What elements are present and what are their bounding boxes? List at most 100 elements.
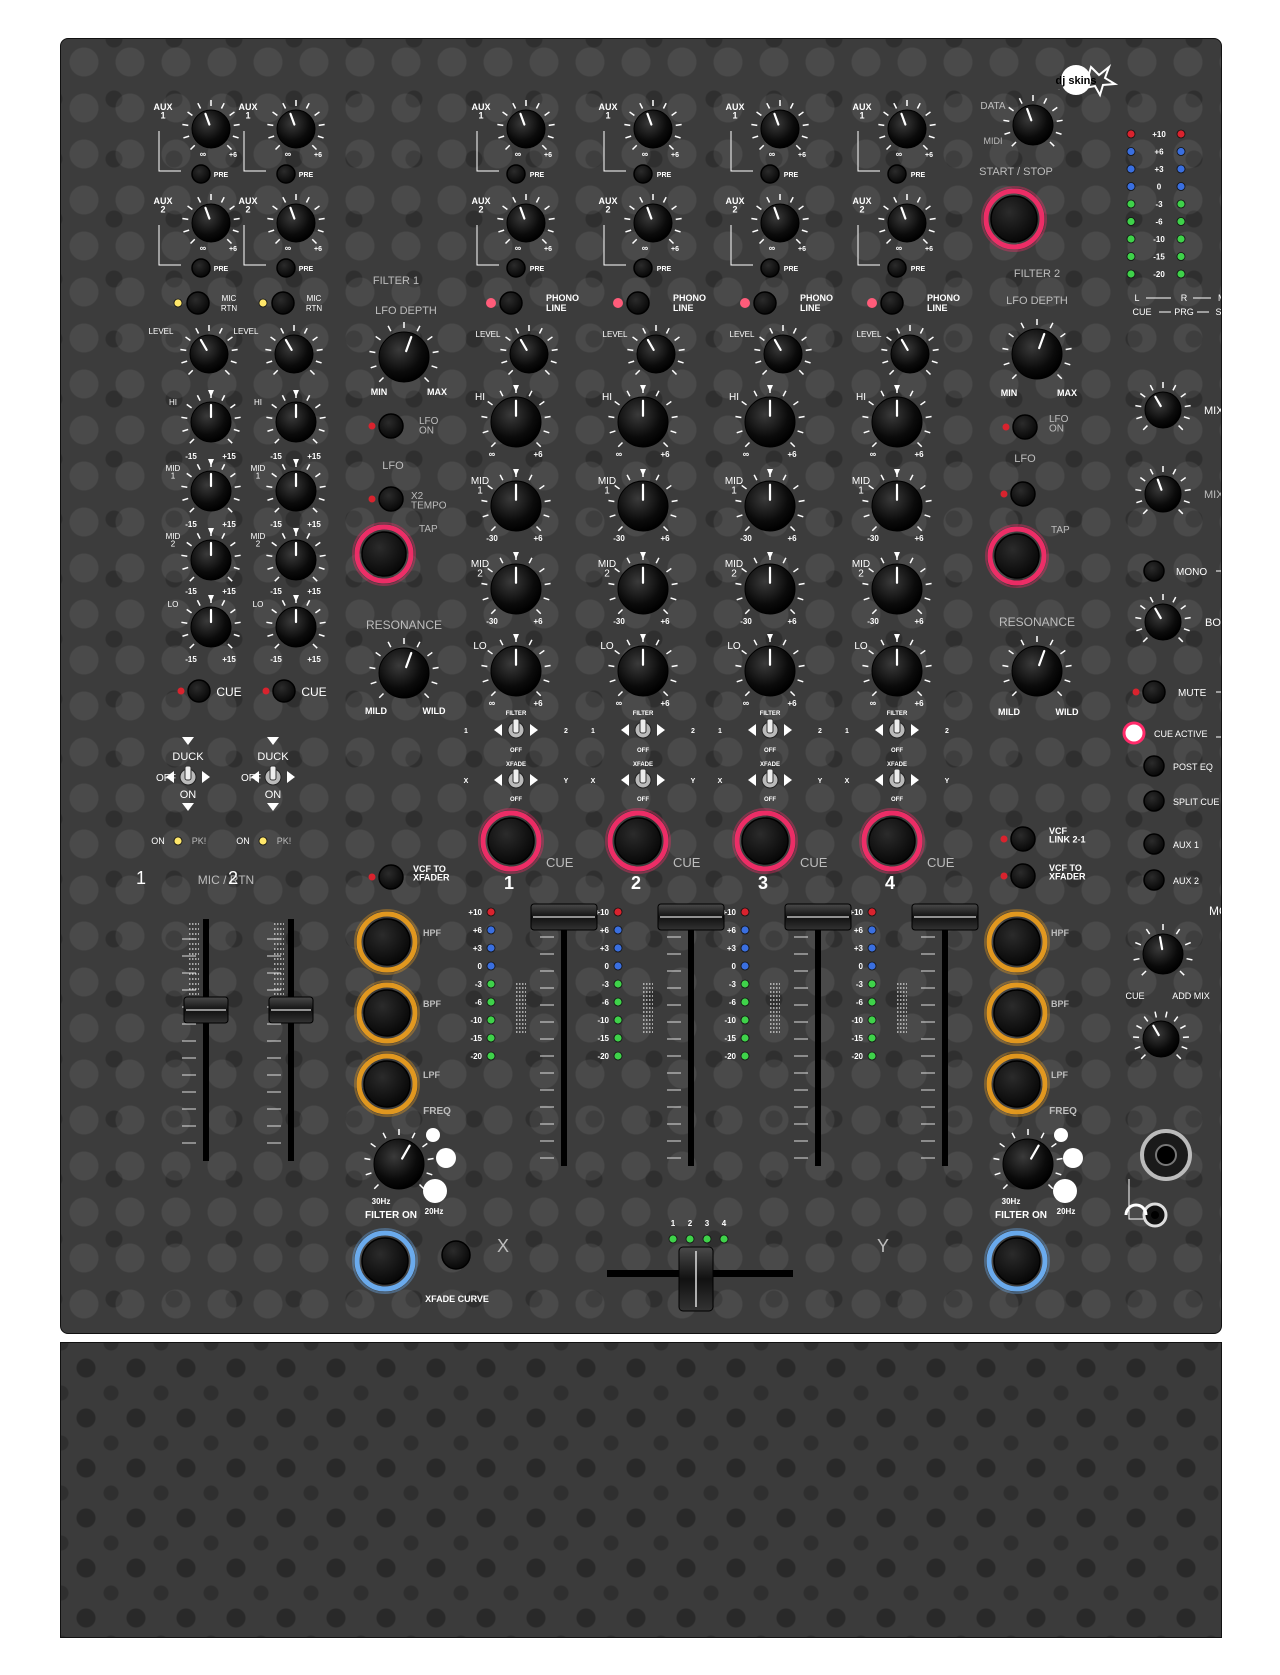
lpf-button-2[interactable] <box>984 1051 1050 1117</box>
mic-rtn-button-mic2[interactable] <box>271 291 295 315</box>
mid1-knob-mic1[interactable] <box>181 459 241 513</box>
aux1-knob-ch4[interactable] <box>878 100 936 151</box>
phono-line-button-ch4[interactable] <box>880 291 904 315</box>
mono-button[interactable] <box>1143 560 1165 582</box>
filter-assign-switch-ch4[interactable] <box>875 718 919 739</box>
resonance-knob-1[interactable] <box>369 638 439 699</box>
hpf-button-1[interactable] <box>354 909 420 975</box>
bpf-button-1[interactable] <box>354 980 420 1046</box>
crossfader[interactable] <box>607 1246 793 1312</box>
mute-button[interactable] <box>1132 680 1166 704</box>
phono-line-button-ch1[interactable] <box>499 291 523 315</box>
pre1-button-ch1[interactable] <box>506 164 526 184</box>
mid1-knob-mic2[interactable] <box>266 459 326 513</box>
tap-button-1[interactable] <box>352 522 416 586</box>
bpf-button-2[interactable] <box>984 980 1050 1046</box>
lpf-button-1[interactable] <box>354 1051 420 1117</box>
mic-fader-1[interactable] <box>182 919 229 1161</box>
lfo-depth-knob-2[interactable] <box>1002 319 1072 380</box>
hpf-button-2[interactable] <box>984 909 1050 975</box>
lo-knob-ch3[interactable] <box>735 634 805 697</box>
lfo-depth-knob-1[interactable] <box>369 322 439 383</box>
mic-fader-2[interactable] <box>267 919 314 1161</box>
filter-on-button-1[interactable] <box>352 1228 418 1294</box>
vcf-link-button[interactable] <box>1000 826 1036 852</box>
vcf-to-xfader-button-1[interactable] <box>368 864 404 890</box>
mid2-knob-ch2[interactable] <box>608 552 678 615</box>
headphone-jack[interactable] <box>1124 1129 1192 1228</box>
resonance-knob-2[interactable] <box>1002 636 1072 697</box>
aux1-knob-mic2[interactable] <box>267 100 325 151</box>
level-knob-ch1[interactable] <box>500 325 558 376</box>
mix2-knob[interactable] <box>1135 466 1191 515</box>
monitor-mix-knob[interactable] <box>1133 924 1193 976</box>
xfade-assign-switch-ch4[interactable] <box>875 768 919 789</box>
hi-knob-ch4[interactable] <box>862 385 932 448</box>
aux2-knob-ch3[interactable] <box>751 194 809 245</box>
aux1-knob-ch1[interactable] <box>497 100 555 151</box>
xfade-curve-knob[interactable] <box>441 1240 471 1270</box>
lo-knob-ch4[interactable] <box>862 634 932 697</box>
lo-knob-ch1[interactable] <box>481 634 551 697</box>
mix1-knob[interactable] <box>1135 382 1191 431</box>
vcf-to-xfader-button-2[interactable] <box>1000 863 1036 889</box>
pre1-button-ch4[interactable] <box>887 164 907 184</box>
lo-knob-mic2[interactable] <box>266 595 326 649</box>
x2-tempo-button-1[interactable] <box>368 486 404 512</box>
cue-button-ch1[interactable] <box>478 808 544 874</box>
hi-knob-ch3[interactable] <box>735 385 805 448</box>
mid2-knob-ch4[interactable] <box>862 552 932 615</box>
level-knob-mic2[interactable] <box>265 325 323 376</box>
pre1-button-ch3[interactable] <box>760 164 780 184</box>
start-stop-button[interactable] <box>981 186 1047 252</box>
filter-on-button-2[interactable] <box>984 1228 1050 1294</box>
cue-button-ch3[interactable] <box>732 808 798 874</box>
channel-fader-ch4[interactable] <box>911 903 979 1166</box>
mid2-knob-mic2[interactable] <box>266 528 326 582</box>
level-knob-ch3[interactable] <box>754 325 812 376</box>
post-eq-button[interactable] <box>1143 755 1165 777</box>
data-knob[interactable] <box>1003 95 1063 147</box>
filter-assign-switch-ch2[interactable] <box>621 718 665 739</box>
filter-assign-switch-ch3[interactable] <box>748 718 792 739</box>
aux1-knob-mic1[interactable] <box>182 100 240 151</box>
pre1-button-ch2[interactable] <box>633 164 653 184</box>
mid2-knob-mic1[interactable] <box>181 528 241 582</box>
freq-knob-2[interactable] <box>993 1129 1063 1190</box>
hi-knob-ch1[interactable] <box>481 385 551 448</box>
hi-knob-mic2[interactable] <box>266 390 326 444</box>
xfade-assign-switch-ch1[interactable] <box>494 768 538 789</box>
xfade-assign-switch-ch3[interactable] <box>748 768 792 789</box>
phono-line-button-ch2[interactable] <box>626 291 650 315</box>
pre2-button-mic2[interactable] <box>276 258 296 278</box>
aux1-knob-ch2[interactable] <box>624 100 682 151</box>
level-knob-mic1[interactable] <box>180 325 238 376</box>
pre1-button-mic1[interactable] <box>191 164 211 184</box>
channel-fader-ch1[interactable] <box>530 903 598 1166</box>
lo-knob-mic1[interactable] <box>181 595 241 649</box>
aux2-knob-mic2[interactable] <box>267 194 325 245</box>
pre2-button-ch2[interactable] <box>633 258 653 278</box>
mid1-knob-ch2[interactable] <box>608 469 678 532</box>
lo-knob-ch2[interactable] <box>608 634 678 697</box>
mid1-knob-ch1[interactable] <box>481 469 551 532</box>
lfo-button-2[interactable] <box>1000 481 1036 507</box>
pre2-button-ch3[interactable] <box>760 258 780 278</box>
mid1-knob-ch4[interactable] <box>862 469 932 532</box>
phones-level-knob[interactable] <box>1133 1011 1189 1060</box>
hi-knob-mic1[interactable] <box>181 390 241 444</box>
channel-fader-ch3[interactable] <box>784 903 852 1166</box>
mid1-knob-ch3[interactable] <box>735 469 805 532</box>
level-knob-ch2[interactable] <box>627 325 685 376</box>
phono-line-button-ch3[interactable] <box>753 291 777 315</box>
tap-button-2[interactable] <box>985 524 1049 588</box>
filter-assign-switch-ch1[interactable] <box>494 718 538 739</box>
cue-button-ch2[interactable] <box>605 808 671 874</box>
mic-rtn-button-mic1[interactable] <box>186 291 210 315</box>
aux2-knob-ch2[interactable] <box>624 194 682 245</box>
lfo-on-button-1[interactable] <box>368 413 404 439</box>
level-knob-ch4[interactable] <box>881 325 939 376</box>
booth-knob[interactable] <box>1135 594 1191 643</box>
mid2-knob-ch3[interactable] <box>735 552 805 615</box>
pre1-button-mic2[interactable] <box>276 164 296 184</box>
